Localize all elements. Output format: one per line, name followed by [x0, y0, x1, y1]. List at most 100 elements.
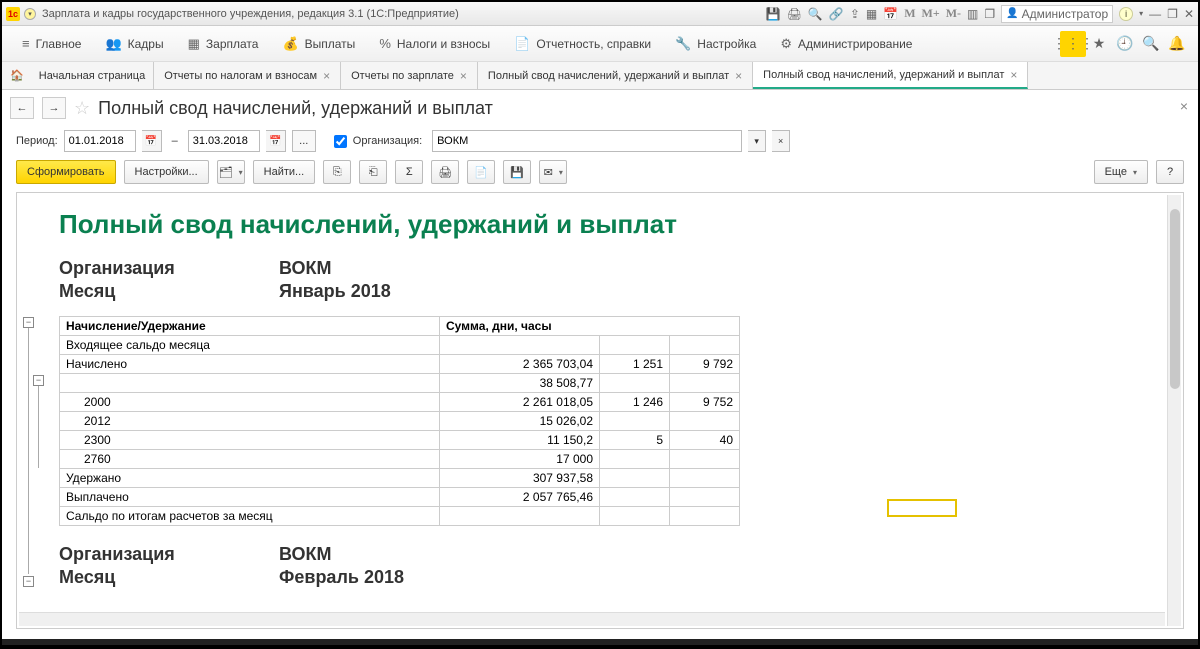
upload-icon[interactable]: ⇪: [850, 7, 860, 21]
zoom-m-icon[interactable]: M: [904, 6, 915, 21]
menu-main[interactable]: ≡Главное: [10, 36, 93, 51]
menu-kadry[interactable]: 👥Кадры: [93, 36, 175, 52]
menu-vyplaty[interactable]: 💰Выплаты: [270, 36, 367, 52]
close-icon[interactable]: ×: [460, 69, 467, 83]
org-checkbox[interactable]: [334, 135, 347, 148]
tab-tax-reports[interactable]: Отчеты по налогам и взносам×: [154, 62, 341, 89]
table-row: Удержано307 937,58: [60, 469, 740, 488]
print-button[interactable]: 🖨: [431, 160, 459, 184]
org-clear-button[interactable]: ×: [772, 130, 790, 152]
dash: –: [172, 135, 178, 147]
tab-svod-2[interactable]: Полный свод начислений, удержаний и выпл…: [753, 62, 1028, 89]
info-icon[interactable]: i: [1119, 7, 1133, 21]
app-logo-icon: 1c: [6, 7, 20, 21]
close-icon[interactable]: ×: [323, 69, 330, 83]
favorite-star-icon[interactable]: ☆: [74, 98, 90, 119]
close-window-icon[interactable]: ✕: [1184, 7, 1194, 21]
report-title: Полный свод начислений, удержаний и выпл…: [59, 209, 1167, 240]
calendar-from-button[interactable]: 📅: [142, 130, 162, 152]
generate-button[interactable]: Сформировать: [16, 160, 116, 184]
minimize-icon[interactable]: —: [1149, 7, 1161, 21]
sum-button[interactable]: Σ: [395, 160, 423, 184]
calendar-to-button[interactable]: 📅: [266, 130, 286, 152]
window-icon[interactable]: ❐: [984, 7, 995, 21]
org-input[interactable]: [432, 130, 742, 152]
user-name: Администратор: [1022, 7, 1109, 21]
vertical-scrollbar[interactable]: [1167, 195, 1181, 626]
apps-button[interactable]: ⋮⋮⋮: [1060, 31, 1086, 57]
generate-label: Сформировать: [27, 166, 105, 178]
email-button[interactable]: ✉▾: [539, 160, 567, 184]
menu-nalogi[interactable]: %Налоги и взносы: [367, 36, 502, 51]
print-icon[interactable]: 🖨: [787, 7, 802, 21]
nav-back-button[interactable]: ←: [10, 97, 34, 119]
zoom-mminus-icon[interactable]: M-: [946, 6, 961, 21]
save-icon[interactable]: 💾: [766, 7, 781, 21]
gear-icon: ⚙: [780, 36, 792, 52]
org-meta-value: ВОКМ: [279, 258, 332, 279]
selected-cell[interactable]: [887, 499, 957, 517]
more-button[interactable]: Еще▾: [1094, 160, 1148, 184]
col-header-2: Сумма, дни, часы: [440, 317, 740, 336]
window-titlebar: 1c ▾ Зарплата и кадры государственного у…: [2, 2, 1198, 26]
scroll-thumb[interactable]: [1170, 209, 1180, 389]
date-to-input[interactable]: [188, 130, 260, 152]
date-from-input[interactable]: [64, 130, 136, 152]
user-badge[interactable]: 👤 Администратор: [1001, 5, 1113, 23]
collapse-toggle[interactable]: −: [23, 576, 34, 587]
doc-icon: 📄: [514, 36, 530, 52]
search-button[interactable]: 🔍: [1138, 31, 1164, 57]
period-picker-button[interactable]: ...: [292, 130, 316, 152]
org-dropdown-button[interactable]: ▾: [748, 130, 766, 152]
collapse-toggle[interactable]: −: [33, 375, 44, 386]
org-meta-label: Организация: [59, 258, 279, 279]
tab-home[interactable]: 🏠 Начальная страница: [2, 62, 154, 89]
notifications-button[interactable]: 🔔: [1164, 31, 1190, 57]
app-menu-dropdown[interactable]: ▾: [24, 8, 36, 20]
info-dropdown[interactable]: ▾: [1139, 9, 1143, 18]
collapse-toggle[interactable]: −: [23, 317, 34, 328]
calc-icon[interactable]: ▦: [866, 7, 877, 21]
period-label: Период:: [16, 135, 58, 147]
link-icon[interactable]: 🔗: [829, 7, 844, 21]
footer-bar: [2, 639, 1198, 645]
menu-nastr[interactable]: 🔧Настройка: [663, 36, 768, 52]
menu-nalogi-label: Налоги и взносы: [397, 37, 490, 51]
collapse-button[interactable]: ⎗: [359, 160, 387, 184]
col-header-1: Начисление/Удержание: [60, 317, 440, 336]
org-meta-label-2: Организация: [59, 544, 279, 565]
preview-button[interactable]: 📄: [467, 160, 495, 184]
page-close-icon[interactable]: ×: [1180, 98, 1188, 114]
menu-zarplata[interactable]: ▦Зарплата: [176, 36, 271, 52]
save-report-button[interactable]: 💾: [503, 160, 531, 184]
nav-forward-button[interactable]: →: [42, 97, 66, 119]
calendar-icon[interactable]: 📅: [883, 7, 898, 21]
find-button[interactable]: Найти...: [253, 160, 316, 184]
close-icon[interactable]: ×: [735, 69, 742, 83]
zoom-mplus-icon[interactable]: M+: [922, 6, 940, 21]
people-icon: 👥: [105, 36, 121, 52]
grid-icon[interactable]: ▥: [967, 7, 978, 21]
maximize-icon[interactable]: ❐: [1167, 7, 1178, 21]
history-button[interactable]: 🕘: [1112, 31, 1138, 57]
horizontal-scrollbar[interactable]: [19, 612, 1165, 626]
table-row: 38 508,77: [60, 374, 740, 393]
settings-button[interactable]: Настройки...: [124, 160, 209, 184]
table-row: 201215 026,02: [60, 412, 740, 431]
tab-svod-1[interactable]: Полный свод начислений, удержаний и выпл…: [478, 62, 753, 89]
help-button[interactable]: ?: [1156, 160, 1184, 184]
menu-admin[interactable]: ⚙Администрирование: [768, 36, 924, 52]
search-icon[interactable]: 🔍: [808, 7, 823, 21]
document-tabs: 🏠 Начальная страница Отчеты по налогам и…: [2, 62, 1198, 90]
window-title: Зарплата и кадры государственного учрежд…: [42, 8, 459, 20]
expand-button[interactable]: ⎘: [323, 160, 351, 184]
close-icon[interactable]: ×: [1010, 68, 1017, 82]
month-meta-value-2: Февраль 2018: [279, 567, 404, 588]
menu-otchet[interactable]: 📄Отчетность, справки: [502, 36, 663, 52]
tab-salary-reports[interactable]: Отчеты по зарплате×: [341, 62, 478, 89]
table-row: Начислено2 365 703,041 2519 792: [60, 355, 740, 374]
variants-button[interactable]: 🗂▾: [217, 160, 245, 184]
calc2-icon: ▦: [188, 36, 200, 52]
wrench-icon: 🔧: [675, 36, 691, 52]
favorites-button[interactable]: ★: [1086, 31, 1112, 57]
